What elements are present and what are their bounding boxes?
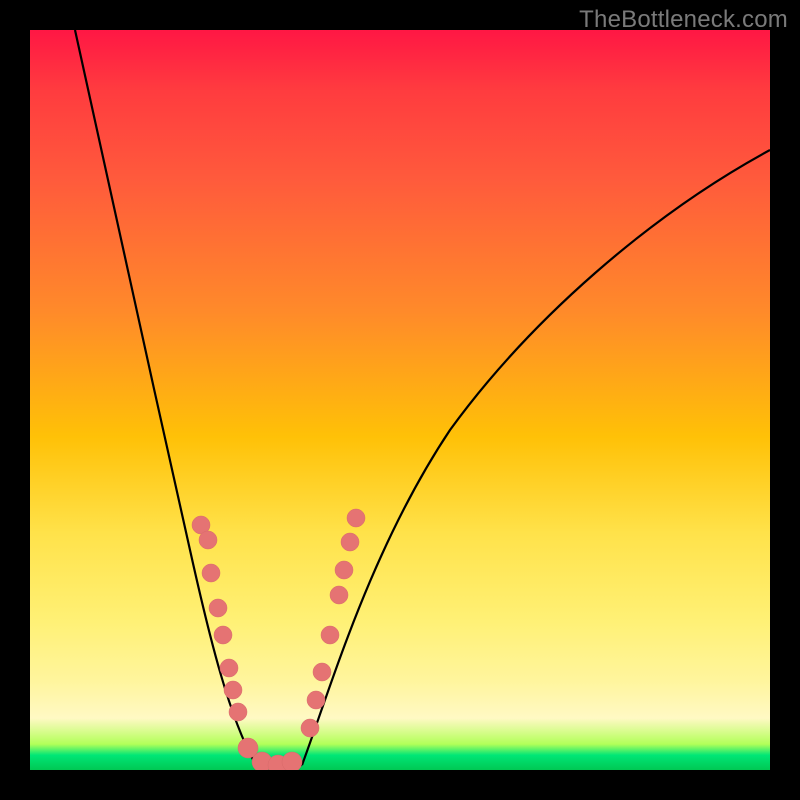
marker-dot <box>301 719 319 737</box>
marker-dot <box>202 564 220 582</box>
chart-frame: TheBottleneck.com <box>0 0 800 800</box>
marker-dot <box>229 703 247 721</box>
marker-dots <box>192 509 365 770</box>
marker-dot <box>282 752 302 770</box>
marker-dot <box>335 561 353 579</box>
curve-right-branch <box>302 150 770 765</box>
marker-dot <box>220 659 238 677</box>
chart-svg <box>30 30 770 770</box>
watermark-text: TheBottleneck.com <box>579 6 788 34</box>
curve-left-branch <box>75 30 256 765</box>
marker-dot <box>199 531 217 549</box>
marker-dot <box>214 626 232 644</box>
marker-dot <box>341 533 359 551</box>
marker-dot <box>209 599 227 617</box>
marker-dot <box>307 691 325 709</box>
marker-dot <box>330 586 348 604</box>
marker-dot <box>321 626 339 644</box>
marker-dot <box>313 663 331 681</box>
marker-dot <box>347 509 365 527</box>
chart-plot-area <box>30 30 770 770</box>
marker-dot <box>224 681 242 699</box>
